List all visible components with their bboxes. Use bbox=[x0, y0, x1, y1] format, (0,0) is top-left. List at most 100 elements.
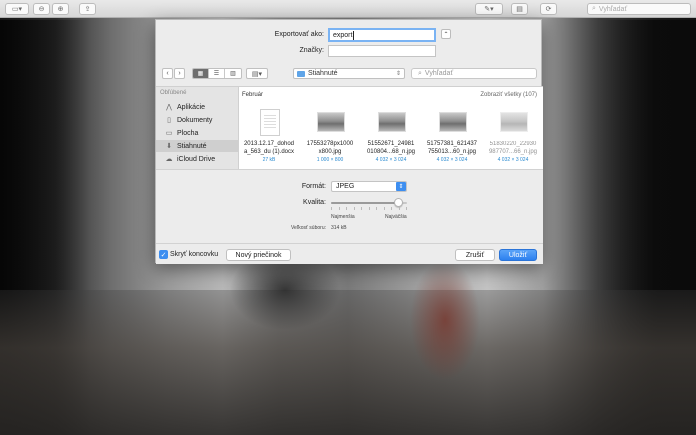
list-icon: ☰ bbox=[213, 71, 220, 77]
export-dialog: Exportovať ako: export ⌃ Značky: ‹ › ▦ ☰… bbox=[155, 19, 543, 264]
background-object bbox=[410, 260, 480, 380]
toolbar-search-field[interactable]: ⌕ Vyhľadať bbox=[587, 3, 691, 15]
hide-extension-label: Skryť koncovku bbox=[170, 251, 219, 258]
checkmark-icon: ✓ bbox=[160, 251, 167, 259]
sidebar-item-label: Plocha bbox=[177, 129, 199, 137]
location-popup[interactable]: Stiahnuté ⇕ bbox=[293, 68, 405, 79]
docx-file-icon bbox=[260, 108, 280, 136]
sidebar-item-downloads[interactable]: ⬇ Stiahnuté bbox=[156, 140, 238, 152]
file-name: 51552671_24981 010804...68_n.jpg bbox=[366, 141, 416, 155]
favorites-sidebar: Obľúbené ⋀ Aplikácie ▯ Dokumenty ▭ Ploch… bbox=[156, 86, 238, 169]
filesize-value: 314 kB bbox=[331, 225, 347, 231]
view-mode-control: ▦ ☰ ▥ bbox=[192, 68, 242, 79]
dialog-search-placeholder: Vyhľadať bbox=[424, 70, 454, 77]
image-preview bbox=[378, 112, 406, 132]
image-preview bbox=[317, 112, 345, 132]
file-item[interactable]: 51552671_24981 010804...68_n.jpg 4 032 × … bbox=[361, 108, 421, 168]
format-popup[interactable]: JPEG ⇕ bbox=[331, 181, 407, 192]
tags-input[interactable] bbox=[328, 45, 436, 57]
expand-dialog-button[interactable]: ⌃ bbox=[441, 29, 451, 39]
hide-extension-checkbox[interactable]: ✓ bbox=[159, 250, 168, 259]
export-as-label: Exportovať ako: bbox=[274, 31, 324, 38]
grid-icon: ▦ bbox=[197, 71, 204, 77]
zoom-in-button[interactable]: ⊕ bbox=[52, 3, 69, 15]
filesize-label: Veľkosť súboru: bbox=[290, 225, 326, 231]
rotate-button[interactable]: ⟳ bbox=[540, 3, 557, 15]
back-button[interactable]: ‹ bbox=[162, 68, 173, 79]
quality-min-label: Najmenšia bbox=[331, 214, 355, 220]
applications-icon: ⋀ bbox=[166, 104, 172, 111]
file-item[interactable]: 2013.12.17_dohod a_563_du (1).docx 27 kB bbox=[239, 108, 299, 168]
folder-icon bbox=[297, 70, 305, 77]
files-section-heading: Február bbox=[242, 92, 264, 98]
sidebar-item-desktop[interactable]: ▭ Plocha bbox=[156, 127, 238, 139]
file-meta: 4 032 × 3 024 bbox=[375, 157, 407, 163]
quality-max-label: Najväčšia bbox=[385, 214, 407, 220]
search-icon: ⌕ bbox=[418, 69, 422, 77]
file-name: 2013.12.17_dohod a_563_du (1).docx bbox=[243, 141, 295, 155]
file-meta: 27 kB bbox=[262, 157, 276, 163]
file-name: 17553278px1000 x800.jpg bbox=[306, 141, 354, 155]
image-preview bbox=[439, 112, 467, 132]
file-item[interactable]: 51757381_621437 755013...60_n.jpg 4 032 ×… bbox=[422, 108, 482, 168]
chevron-left-icon: ‹ bbox=[166, 70, 169, 77]
sidebar-toggle-button[interactable]: ▭▾ bbox=[5, 3, 29, 15]
cloud-icon: ☁ bbox=[165, 156, 173, 163]
photo-thumbnail bbox=[378, 108, 406, 136]
file-meta: 4 032 × 3 024 bbox=[436, 157, 468, 163]
save-button[interactable]: Uložiť bbox=[499, 249, 537, 261]
file-meta: 1 000 × 800 bbox=[316, 157, 344, 163]
sidebar-item-applications[interactable]: ⋀ Aplikácie bbox=[156, 101, 238, 113]
photo-thumbnail bbox=[317, 108, 345, 136]
toolbar-search-placeholder: Vyhľadať bbox=[598, 5, 628, 13]
tags-label: Značky: bbox=[299, 47, 324, 54]
downloads-icon: ⬇ bbox=[166, 143, 172, 150]
format-label: Formát: bbox=[301, 183, 326, 190]
export-filename-input[interactable]: export bbox=[328, 28, 436, 42]
list-view-button[interactable]: ☰ bbox=[209, 69, 225, 78]
text-caret bbox=[353, 30, 355, 40]
chevron-up-icon: ⌃ bbox=[443, 31, 449, 38]
pen-icon: ✎▾ bbox=[484, 6, 494, 13]
file-item[interactable]: 51830220_22930 987707...66_n.jpg 4 032 × … bbox=[483, 108, 543, 168]
markup-button[interactable]: ✎▾ bbox=[475, 3, 503, 15]
favorites-heading: Obľúbené bbox=[160, 90, 187, 96]
updown-icon: ⇕ bbox=[395, 71, 401, 77]
arrange-button[interactable]: ▤▾ bbox=[246, 68, 268, 79]
zoom-out-icon: ⊖ bbox=[38, 6, 45, 13]
edit-toolbar-button[interactable]: ▤ bbox=[511, 3, 528, 15]
share-button[interactable]: ⇪ bbox=[79, 3, 96, 15]
document-thumbnail bbox=[256, 108, 284, 136]
file-name: 51757381_621437 755013...60_n.jpg bbox=[426, 141, 478, 155]
show-all-link[interactable]: Zobraziť všetky (107) bbox=[480, 92, 537, 98]
file-item[interactable]: 17553278px1000 x800.jpg 1 000 × 800 bbox=[300, 108, 360, 168]
dialog-search-field[interactable]: ⌕ Vyhľadať bbox=[411, 68, 537, 79]
quality-slider[interactable] bbox=[331, 198, 407, 207]
sidebar-item-label: iCloud Drive bbox=[177, 155, 216, 163]
sidebar-item-documents[interactable]: ▯ Dokumenty bbox=[156, 114, 238, 126]
share-icon: ⇪ bbox=[84, 6, 91, 13]
quality-label: Kvalita: bbox=[303, 199, 326, 206]
cancel-button[interactable]: Zrušiť bbox=[455, 249, 495, 261]
icon-view-button[interactable]: ▦ bbox=[193, 69, 209, 78]
zoom-out-button[interactable]: ⊖ bbox=[33, 3, 50, 15]
new-folder-button[interactable]: Nový priečinok bbox=[226, 249, 291, 261]
sidebar-item-label: Aplikácie bbox=[177, 103, 206, 111]
toolbox-icon: ▤ bbox=[516, 6, 523, 13]
app-toolbar: ▭▾ ⊖ ⊕ ⇪ ✎▾ ▤ ⟳ ⌕ Vyhľadať bbox=[0, 0, 696, 18]
image-preview bbox=[500, 112, 528, 132]
sidebar-icon: ▭▾ bbox=[11, 6, 23, 13]
export-options: Formát: JPEG ⇕ Kvalita: Najmenšia Najväč… bbox=[156, 169, 543, 243]
format-value: JPEG bbox=[336, 183, 355, 190]
export-filename-value: export bbox=[333, 31, 353, 39]
dialog-footer: ✓ Skryť koncovku Nový priečinok Zrušiť U… bbox=[156, 243, 543, 264]
sidebar-item-icloud-drive[interactable]: ☁ iCloud Drive bbox=[156, 153, 238, 165]
background-floor bbox=[0, 290, 696, 435]
rotate-icon: ⟳ bbox=[545, 6, 552, 13]
zoom-in-icon: ⊕ bbox=[57, 6, 64, 13]
sidebar-item-label: Dokumenty bbox=[177, 116, 213, 124]
updown-icon: ⇕ bbox=[396, 182, 406, 191]
column-view-button[interactable]: ▥ bbox=[225, 69, 241, 78]
forward-button[interactable]: › bbox=[174, 68, 185, 79]
quality-slider-knob[interactable] bbox=[393, 198, 403, 207]
